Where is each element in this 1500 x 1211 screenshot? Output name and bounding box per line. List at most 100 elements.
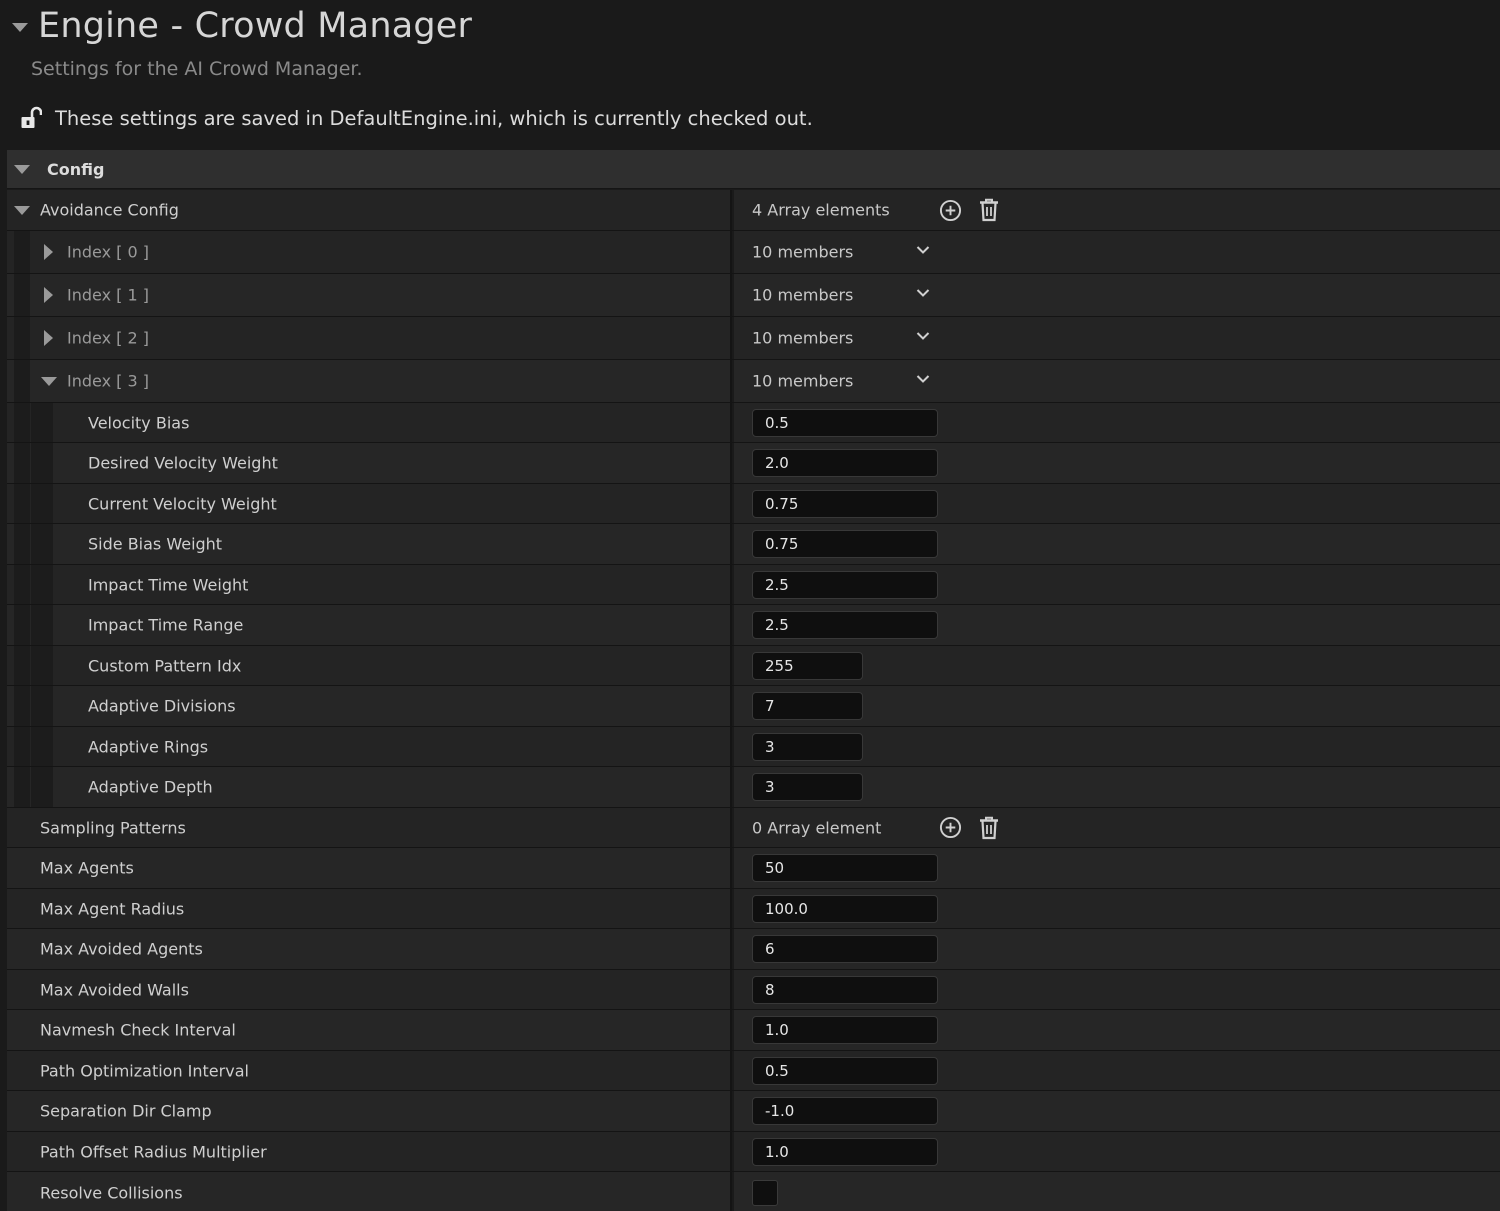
property-label: Resolve Collisions [40, 1183, 183, 1202]
name-cell: Adaptive Depth [7, 767, 732, 807]
indent-guide [14, 524, 30, 564]
indent-guide [14, 231, 30, 273]
separation-dir-clamp-field[interactable]: -1.0 [752, 1097, 938, 1125]
row-index-3: Index [ 3 ] 10 members [7, 360, 1500, 403]
value-cell: 3 [734, 767, 1500, 807]
value-cell: 2.5 [734, 565, 1500, 604]
plus-circle-icon [939, 816, 961, 839]
custom-pattern-idx-field[interactable]: 255 [752, 651, 863, 680]
collapse-caret-icon[interactable] [41, 377, 57, 386]
row-max-avoided-walls: Max Avoided Walls 8 [7, 970, 1500, 1010]
side-bias-weight-field[interactable]: 0.75 [752, 530, 938, 558]
section-title-row[interactable]: Engine - Crowd Manager [12, 4, 472, 48]
row-avoidance-config: Avoidance Config 4 Array elements [7, 190, 1500, 231]
row-index-2: Index [ 2 ] 10 members [7, 317, 1500, 360]
chevron-down-icon[interactable] [916, 372, 930, 386]
add-element-button[interactable] [938, 198, 962, 222]
add-element-button[interactable] [938, 816, 962, 840]
name-cell: Index [ 1 ] [7, 274, 732, 316]
category-caret-icon[interactable] [14, 164, 30, 174]
name-cell: Max Agents [7, 848, 732, 888]
path-offset-radius-multiplier-field[interactable]: 1.0 [752, 1137, 938, 1166]
row-resolve-collisions: Resolve Collisions [7, 1172, 1500, 1211]
trash-icon [980, 198, 998, 222]
current-velocity-weight-field[interactable]: 0.75 [752, 489, 938, 518]
row-impact-time-range: Impact Time Range 2.5 [7, 605, 1500, 646]
resolve-collisions-checkbox[interactable] [752, 1179, 778, 1206]
velocity-bias-field[interactable]: 0.5 [752, 408, 938, 437]
chevron-down-icon[interactable] [916, 286, 930, 300]
members-count: 10 members [752, 328, 854, 348]
indent-guide [14, 605, 30, 645]
index-label: Index [ 0 ] [67, 242, 149, 262]
indent-guide [31, 524, 53, 564]
expand-caret-icon[interactable] [44, 330, 53, 346]
indent-guide [31, 443, 53, 483]
desired-velocity-weight-field[interactable]: 2.0 [752, 449, 938, 477]
value-cell: 100.0 [734, 889, 1500, 928]
value-cell: 8 [734, 970, 1500, 1009]
adaptive-depth-field[interactable]: 3 [752, 773, 863, 801]
indent-guide [14, 686, 30, 726]
array-count: 4 Array elements [752, 200, 890, 220]
row-max-agents: Max Agents 50 [7, 848, 1500, 889]
category-config[interactable]: Config [7, 150, 1500, 189]
trash-icon [980, 816, 998, 839]
value-cell: 10 members [734, 274, 1500, 316]
max-avoided-agents-field[interactable]: 6 [752, 935, 938, 963]
indent-guide [14, 767, 30, 807]
value-cell: 255 [734, 646, 1500, 685]
adaptive-rings-field[interactable]: 3 [752, 732, 863, 761]
value-cell: 1.0 [734, 1010, 1500, 1050]
row-desired-velocity-weight: Desired Velocity Weight 2.0 [7, 443, 1500, 484]
indent-guide [31, 767, 53, 807]
impact-time-range-field[interactable]: 2.5 [752, 611, 938, 639]
collapse-caret-icon[interactable] [12, 22, 28, 32]
indent-guide [14, 727, 30, 766]
adaptive-divisions-field[interactable]: 7 [752, 692, 863, 720]
value-cell: 10 members [734, 317, 1500, 359]
checkout-notice: These settings are saved in DefaultEngin… [20, 103, 813, 133]
name-cell: Sampling Patterns [7, 808, 732, 847]
indent-guide [31, 727, 53, 766]
name-cell: Side Bias Weight [7, 524, 732, 564]
empty-array-button[interactable] [977, 816, 1001, 840]
expand-caret-icon[interactable] [44, 287, 53, 303]
property-label: Sampling Patterns [40, 818, 186, 837]
row-adaptive-rings: Adaptive Rings 3 [7, 727, 1500, 767]
max-avoided-walls-field[interactable]: 8 [752, 975, 938, 1004]
property-label: Impact Time Weight [88, 575, 249, 594]
indent-guide [14, 274, 30, 316]
expand-caret-icon[interactable] [44, 244, 53, 260]
indent-guide [14, 443, 30, 483]
indent-guide [31, 686, 53, 726]
chevron-down-icon[interactable] [916, 243, 930, 257]
expand-caret-icon[interactable] [14, 206, 30, 215]
property-label: Desired Velocity Weight [88, 453, 278, 473]
value-cell: 0.5 [734, 1051, 1500, 1090]
name-cell: Custom Pattern Idx [7, 646, 732, 685]
row-index-0: Index [ 0 ] 10 members [7, 231, 1500, 274]
max-agent-radius-field[interactable]: 100.0 [752, 894, 938, 923]
row-path-offset-radius-multiplier: Path Offset Radius Multiplier 1.0 [7, 1132, 1500, 1172]
name-cell: Adaptive Divisions [7, 686, 732, 726]
name-cell: Impact Time Weight [7, 565, 732, 604]
index-label: Index [ 2 ] [67, 328, 149, 348]
row-adaptive-divisions: Adaptive Divisions 7 [7, 686, 1500, 727]
max-agents-field[interactable]: 50 [752, 854, 938, 882]
array-count: 0 Array element [752, 818, 882, 837]
row-current-velocity-weight: Current Velocity Weight 0.75 [7, 484, 1500, 524]
indent-guide [14, 403, 30, 442]
row-max-agent-radius: Max Agent Radius 100.0 [7, 889, 1500, 929]
empty-array-button[interactable] [977, 198, 1001, 222]
name-cell: Max Agent Radius [7, 889, 732, 928]
chevron-down-icon[interactable] [916, 329, 930, 343]
name-cell: Navmesh Check Interval [7, 1010, 732, 1050]
path-optimization-interval-field[interactable]: 0.5 [752, 1056, 938, 1085]
name-cell: Avoidance Config [7, 190, 732, 230]
name-cell: Resolve Collisions [7, 1172, 732, 1211]
name-cell: Max Avoided Agents [7, 929, 732, 969]
navmesh-check-interval-field[interactable]: 1.0 [752, 1016, 938, 1044]
impact-time-weight-field[interactable]: 2.5 [752, 570, 938, 599]
property-label: Max Avoided Walls [40, 980, 189, 999]
